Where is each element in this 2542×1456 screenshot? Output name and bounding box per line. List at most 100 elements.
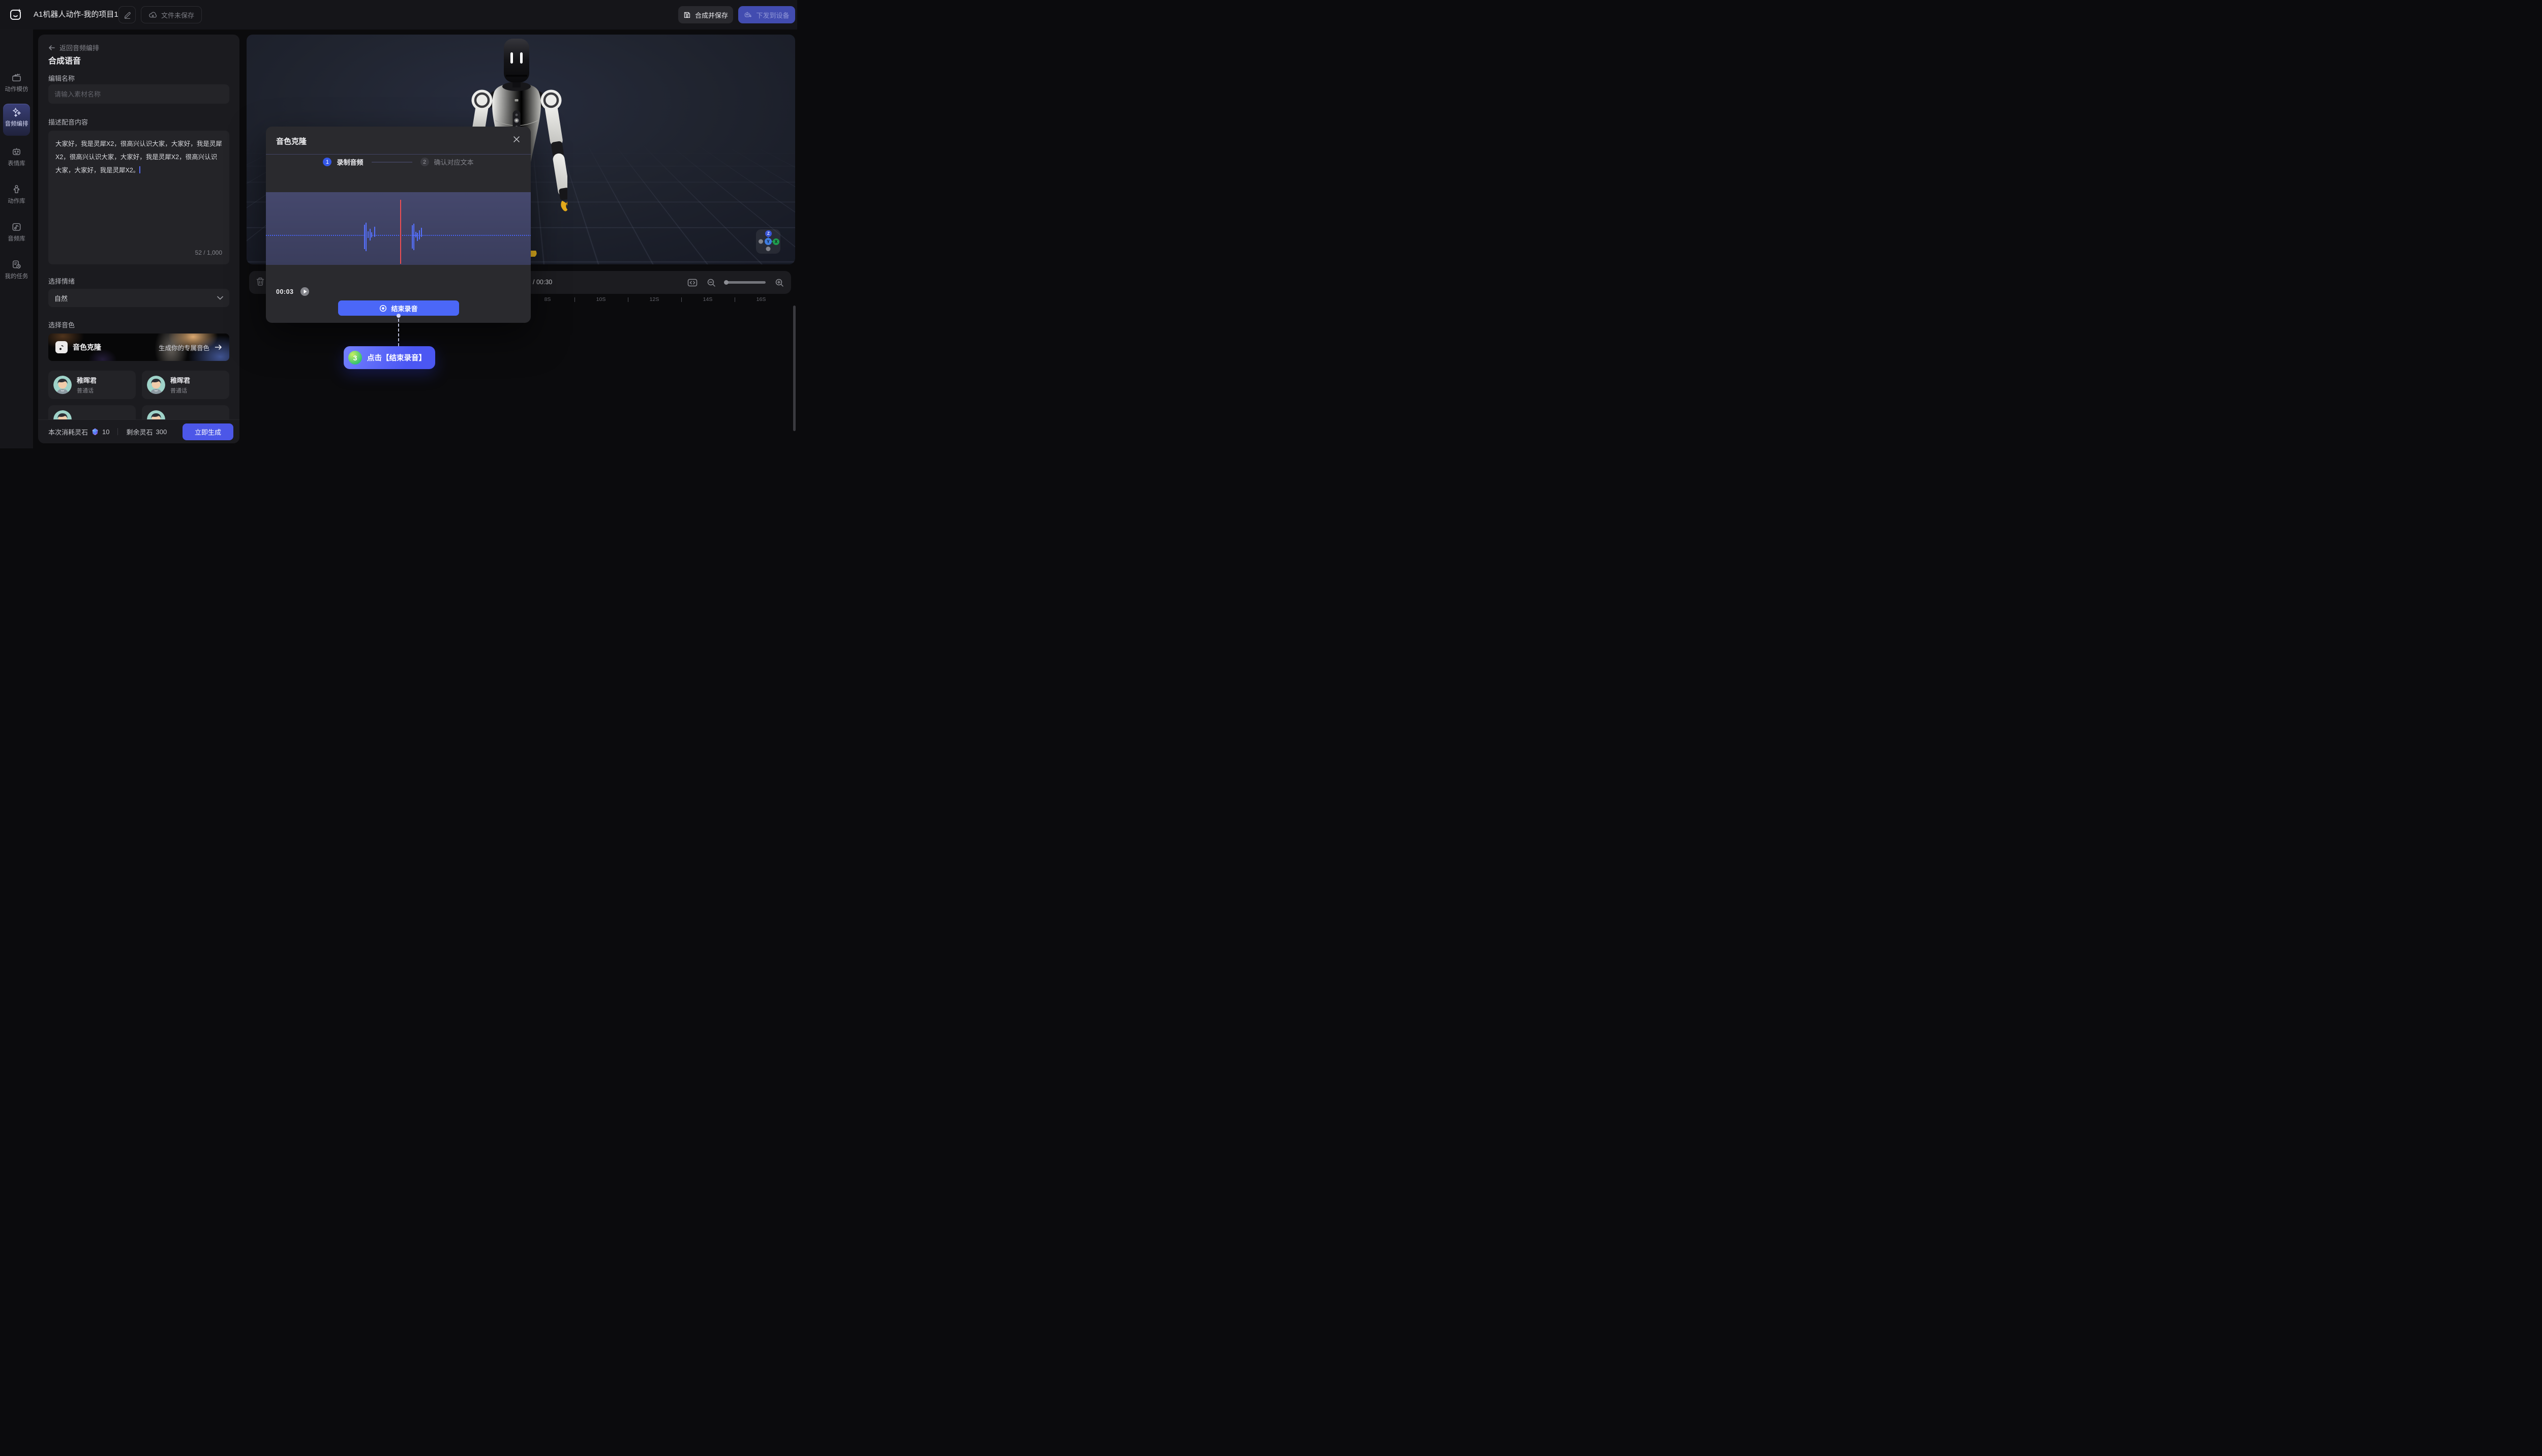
- sidebar-item-motion-library[interactable]: 动作库: [0, 184, 33, 205]
- timeline-time-display: / 00:30: [533, 271, 552, 294]
- waveform-baseline: [266, 235, 531, 236]
- stop-recording-label: 结束录音: [391, 304, 417, 313]
- voice-card[interactable]: 稚晖君 普通话: [142, 371, 229, 399]
- app-logo-icon: [9, 8, 23, 22]
- timeline-zoom-slider[interactable]: [725, 281, 766, 284]
- cost-label: 本次消耗灵石: [48, 427, 88, 437]
- synthesize-save-button[interactable]: 合成并保存: [678, 6, 733, 23]
- music-note-icon: [55, 341, 68, 353]
- edit-title-button[interactable]: [118, 6, 136, 23]
- ruler-label: 16S: [756, 296, 766, 302]
- voice-name: 稚晖君: [170, 375, 190, 385]
- axis-gizmo[interactable]: Z Y X: [756, 229, 780, 254]
- guide-tooltip: 3 点击【结束录音】: [344, 346, 435, 369]
- modal-stepper: 1 录制音频 2 确认对应文本: [266, 157, 531, 167]
- modal-title: 音色克隆: [276, 136, 307, 146]
- guide-anchor-dot: [397, 314, 401, 318]
- clapperboard-icon: [11, 72, 22, 83]
- fit-width-icon[interactable]: [687, 279, 698, 287]
- voice-clone-banner[interactable]: 音色克隆 生成你的专属音色: [48, 333, 229, 361]
- close-icon[interactable]: [512, 135, 522, 144]
- ruler-label: 8S: [544, 296, 551, 302]
- guide-step-badge: 3: [348, 351, 362, 365]
- footer-divider: [117, 428, 118, 435]
- step-1-badge: 1: [323, 158, 331, 166]
- voice-label: 选择音色: [48, 320, 75, 329]
- sidebar-item-audio-library[interactable]: 音频库: [0, 222, 33, 242]
- robot-download-icon: [744, 11, 752, 19]
- music-file-icon: [11, 222, 22, 232]
- sidebar-item-label: 动作库: [0, 197, 33, 205]
- back-label: 返回音频编排: [59, 43, 99, 52]
- voice-language: 普通话: [170, 386, 190, 395]
- zoom-in-icon[interactable]: [775, 278, 784, 287]
- voiceover-text-area[interactable]: 大家好，我是灵犀X2，很高兴认识大家，大家好，我是灵犀X2，很高兴认识大家，大家…: [48, 131, 229, 264]
- vertical-scrollbar[interactable]: [793, 306, 796, 431]
- synthesize-save-label: 合成并保存: [695, 10, 728, 20]
- panel-title: 合成语音: [48, 54, 81, 66]
- voice-name: 稚晖君: [77, 375, 97, 385]
- panel-footer: 本次消耗灵石 10 剩余灵石 300 立即生成: [38, 419, 239, 443]
- tasks-icon: [11, 259, 22, 270]
- balance-value: 300: [156, 428, 167, 436]
- zoom-out-icon[interactable]: [707, 278, 716, 287]
- emotion-label: 选择情绪: [48, 276, 75, 286]
- material-name-input[interactable]: [48, 84, 229, 104]
- recording-waveform: [266, 192, 531, 265]
- generate-button[interactable]: 立即生成: [183, 423, 233, 440]
- char-counter: 52 / 1,000: [195, 246, 222, 259]
- sidebar-item-label: 音频编排: [0, 119, 33, 128]
- sidebar-item-expression-library[interactable]: 表情库: [0, 146, 33, 167]
- sidebar-item-motion-mimic[interactable]: 动作模仿: [0, 72, 33, 93]
- top-bar: A1机器人动作-我的项目1 文件未保存 合成并保存 下发到设备: [0, 0, 797, 29]
- sidebar-item-my-tasks[interactable]: 我的任务: [0, 259, 33, 280]
- sidebar-item-label: 动作模仿: [0, 85, 33, 93]
- sparkles-icon: [11, 107, 22, 117]
- sidebar-item-label: 表情库: [0, 159, 33, 167]
- text-caret: [139, 166, 140, 173]
- cost-value: 10: [102, 428, 109, 436]
- voice-card[interactable]: 稚晖君 普通话: [48, 371, 136, 399]
- save-icon: [683, 11, 691, 19]
- ruler-label: 10S: [596, 296, 606, 302]
- gizmo-x[interactable]: X: [773, 238, 779, 245]
- voice-clone-title: 音色克隆: [73, 342, 101, 352]
- record-icon: [379, 305, 387, 312]
- waveform-playhead: [400, 200, 401, 264]
- zoom-slider-knob[interactable]: [724, 280, 729, 285]
- ruler-label: 14S: [703, 296, 713, 302]
- arrow-right-icon: [215, 344, 222, 350]
- sidebar-item-label: 音频库: [0, 234, 33, 242]
- ruler-tick: [681, 297, 682, 302]
- deploy-device-button[interactable]: 下发到设备: [738, 6, 795, 23]
- content-label: 描述配音内容: [48, 117, 88, 127]
- deploy-device-label: 下发到设备: [756, 10, 789, 20]
- voiceover-text: 大家好，我是灵犀X2，很高兴认识大家，大家好，我是灵犀X2，很高兴认识大家，大家…: [55, 140, 222, 174]
- pencil-icon: [124, 11, 131, 19]
- voice-clone-modal: 音色克隆 1 录制音频 2 确认对应文本 00:03 结束录音: [266, 127, 531, 323]
- back-arrow-icon: [48, 44, 55, 51]
- gem-icon: [91, 428, 99, 436]
- guide-label: 点击【结束录音】: [367, 352, 426, 363]
- voice-clone-cta: 生成你的专属音色: [159, 343, 209, 352]
- sidebar-item-label: 我的任务: [0, 272, 33, 280]
- avatar: [53, 376, 72, 394]
- sidebar-item-audio-arrange[interactable]: 音频编排: [0, 107, 33, 128]
- play-icon[interactable]: [300, 287, 309, 296]
- file-unsaved-button[interactable]: 文件未保存: [141, 6, 202, 23]
- gizmo-z[interactable]: Z: [765, 230, 772, 237]
- name-label: 编辑名称: [48, 73, 75, 83]
- step-1-label: 录制音频: [337, 157, 363, 167]
- person-icon: [11, 184, 22, 195]
- step-connector: [372, 162, 412, 163]
- cloud-x-icon: [148, 11, 157, 19]
- balance-label: 剩余灵石: [126, 427, 153, 437]
- sidebar: 动作模仿 音频编排 表情库 动作库 音频库: [0, 29, 33, 448]
- ruler-label: 12S: [650, 296, 659, 302]
- file-unsaved-label: 文件未保存: [161, 10, 194, 20]
- synthesis-panel: 返回音频编排 合成语音 编辑名称 描述配音内容 大家好，我是灵犀X2，很高兴认识…: [38, 35, 239, 443]
- gizmo-y[interactable]: Y: [765, 238, 772, 245]
- back-link[interactable]: 返回音频编排: [48, 43, 99, 52]
- modal-divider: [266, 154, 531, 155]
- elapsed-time: 00:03: [276, 288, 293, 295]
